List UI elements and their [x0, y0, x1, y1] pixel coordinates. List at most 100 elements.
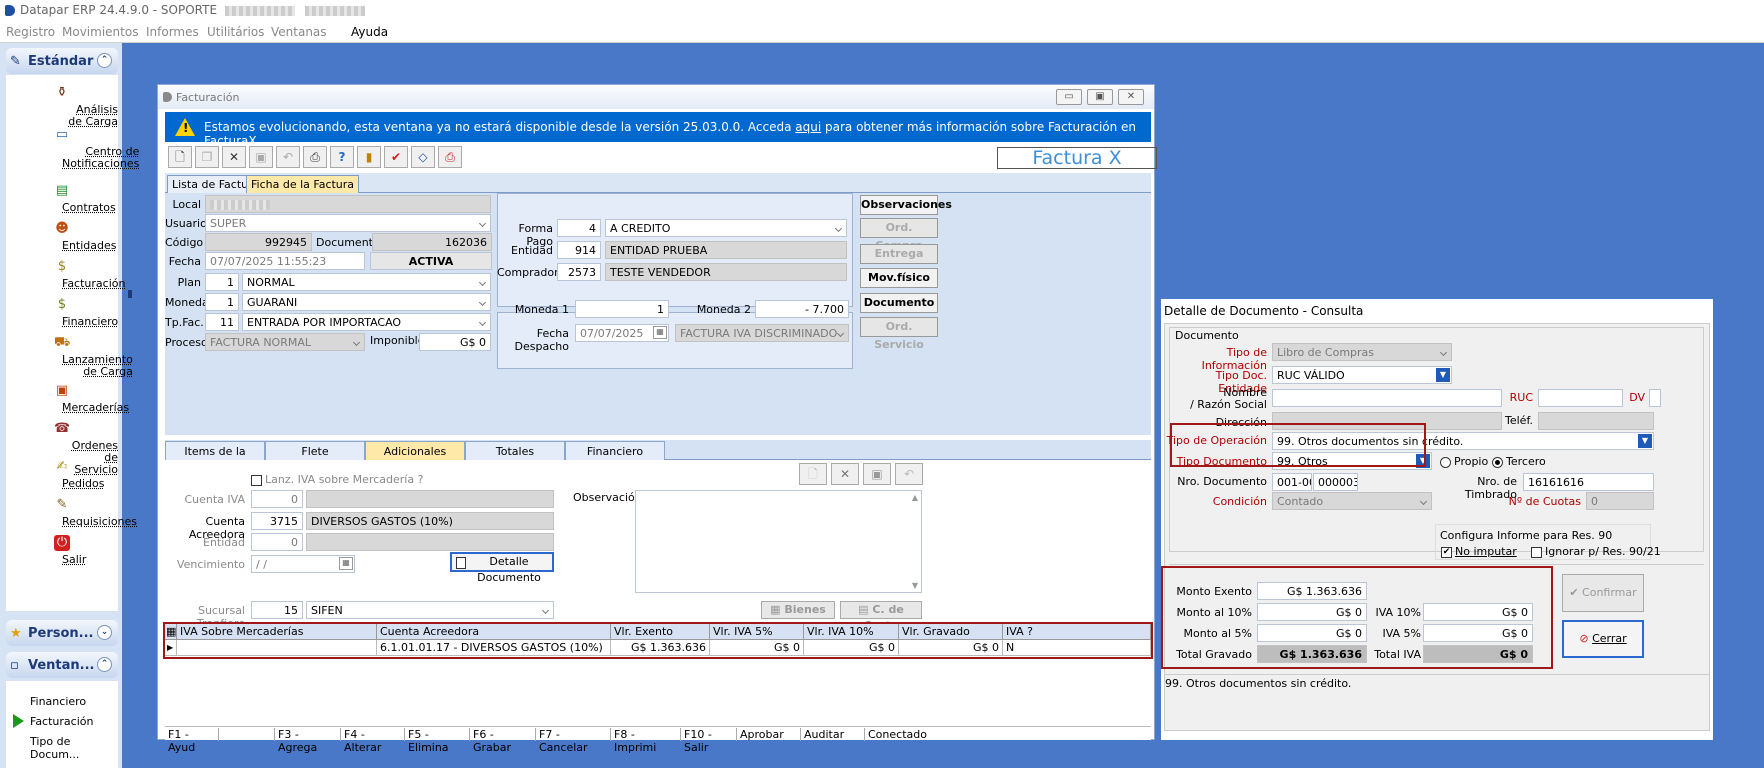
chevron-up-icon[interactable]: ⌃	[97, 657, 112, 672]
tab-totales[interactable]: Totales	[465, 441, 565, 460]
menu-registro[interactable]: Registro	[6, 25, 55, 39]
formapago-select[interactable]: A CREDITO	[605, 219, 847, 237]
tpfac-code[interactable]: 11	[205, 313, 239, 331]
sidebar-item-analisis[interactable]: ⚱ Análisis de Carga	[6, 85, 118, 128]
new-document-icon[interactable]: 🗋	[168, 146, 192, 168]
cuotas-field[interactable]: 0	[1586, 492, 1654, 510]
formapago-code[interactable]: 4	[557, 219, 601, 237]
dropdown-arrow-icon[interactable]: ▼	[1436, 368, 1450, 382]
entidad-field[interactable]: ENTIDAD PRUEBA	[605, 241, 847, 259]
tab-flete[interactable]: Flete	[265, 441, 365, 460]
status-f5[interactable]: F5 - Elimina	[405, 728, 470, 754]
menu-utilitarios[interactable]: Utilitários	[207, 25, 264, 39]
scroll-up-icon[interactable]: ▲	[912, 493, 918, 502]
approve-check-icon[interactable]: ✔	[384, 146, 408, 168]
tercero-radio[interactable]: Tercero	[1492, 455, 1546, 468]
delete-icon[interactable]: ✕	[222, 146, 246, 168]
lanz-iva-checkbox[interactable]: Lanz. IVA sobre Mercadería ?	[251, 473, 423, 486]
entidad-code[interactable]: 914	[557, 241, 601, 259]
menu-ventanas[interactable]: Ventanas	[271, 25, 327, 39]
observacion-textarea[interactable]: ▲ ▼	[635, 490, 922, 593]
status-f4[interactable]: F4 - Alterar	[341, 728, 405, 754]
tab-items[interactable]: Items de la Factura	[165, 441, 265, 471]
entidad-adic-code[interactable]: 0	[251, 533, 303, 551]
status-f7[interactable]: F7 - Cancelar	[536, 728, 611, 754]
menu-movimientos[interactable]: Movimientos	[62, 25, 138, 39]
sucursal-select[interactable]: SIFEN	[306, 601, 554, 619]
calendar-icon[interactable]: ▦	[653, 326, 667, 339]
splitter-handle[interactable]	[128, 290, 132, 298]
documento-button[interactable]: Documento	[860, 293, 938, 313]
condicion-select[interactable]: Contado	[1272, 492, 1432, 510]
moneda-select[interactable]: GUARANI	[242, 293, 491, 311]
delete-detail-icon[interactable]: ✕	[831, 463, 859, 485]
sidebar-item-ordenes[interactable]: ☎ Ordenes de Servicio	[6, 421, 118, 476]
comprador-code[interactable]: 2573	[557, 263, 601, 281]
help-icon[interactable]: ?	[330, 146, 354, 168]
status-f3[interactable]: F3 - Agrega	[275, 728, 341, 754]
sidebar-item-pedidos[interactable]: ✍ Pedidos	[6, 459, 118, 490]
telef-field[interactable]	[1538, 412, 1654, 430]
status-f6[interactable]: F6 - Grabar	[470, 728, 536, 754]
menu-ayuda[interactable]: Ayuda	[351, 25, 388, 39]
observaciones-button[interactable]: Observaciones	[860, 195, 952, 215]
sidebar-section-ventanas[interactable]: ▫ Ventan... ⌃	[6, 652, 118, 678]
propio-radio[interactable]: Propio	[1440, 455, 1488, 468]
sidebar-item-entidades[interactable]: ☻ Entidades	[6, 221, 118, 252]
scroll-down-icon[interactable]: ▼	[912, 581, 918, 590]
sidebar-item-facturacion[interactable]: $ Facturación	[6, 259, 126, 290]
sidebar-item-mercaderias[interactable]: ▣ Mercaderías	[6, 383, 129, 414]
sucursal-code[interactable]: 15	[251, 601, 303, 619]
detalle-documento-button[interactable]: Detalle Documento	[450, 552, 554, 584]
imponible-field[interactable]: G$ 0	[419, 333, 491, 351]
exit-door-icon[interactable]: ▮	[357, 146, 381, 168]
sidebar-item-centro[interactable]: ▭ Centro de Notificaciones	[6, 127, 140, 170]
cuenta-iva-field[interactable]	[306, 490, 554, 508]
ccosto-button[interactable]: ▤ C. de Costo	[840, 601, 922, 632]
close-button[interactable]: ✕	[1118, 89, 1144, 105]
calendar-icon[interactable]: ▦	[339, 557, 353, 570]
eraser-icon[interactable]: ◇	[411, 146, 435, 168]
chevron-down-icon[interactable]: ⌄	[97, 625, 112, 640]
confirmar-button[interactable]: ✔ Confirmar	[1562, 574, 1644, 612]
dropdown-arrow-icon[interactable]: ▼	[1638, 434, 1652, 448]
cuenta-acreedora-code[interactable]: 3715	[251, 512, 303, 530]
tab-ficha-factura[interactable]: Ficha de la Factura	[246, 175, 360, 193]
undo-icon[interactable]: ↶	[276, 146, 300, 168]
status-auditar[interactable]: Auditar	[801, 728, 865, 741]
moneda2-field[interactable]: - 7.700	[755, 300, 849, 318]
printer-red-icon[interactable]: ⎙	[438, 146, 462, 168]
tab-financiero[interactable]: Financiero	[565, 441, 665, 460]
save-icon[interactable]: ▣	[249, 146, 273, 168]
moneda1-field[interactable]: 1	[575, 300, 669, 318]
save-detail-icon[interactable]: ▣	[863, 463, 891, 485]
plan-select[interactable]: NORMAL	[242, 273, 491, 291]
entrega-button[interactable]: Entrega	[860, 244, 938, 264]
cuenta-iva-code[interactable]: 0	[251, 490, 303, 508]
status-f10[interactable]: F10 - Salir	[681, 728, 737, 754]
sidebar-section-estandar[interactable]: ✎ Estándar ⌃	[6, 48, 118, 74]
print-icon[interactable]: ⎙	[303, 146, 327, 168]
new-detail-icon[interactable]: 🗋	[799, 463, 827, 485]
mov-fisico-button[interactable]: Mov.físico	[860, 268, 938, 288]
bienes-button[interactable]: ▦ Bienes	[761, 601, 835, 619]
maximize-button[interactable]: ▣	[1087, 89, 1113, 105]
sidebar-item-salir[interactable]: ⏻ Salir	[6, 535, 118, 566]
sidebar-item-lanzamiento[interactable]: ⛟ Lanzamiento de Carga	[6, 335, 133, 378]
copy-icon[interactable]: ❐	[195, 146, 219, 168]
nro-doc-number[interactable]: 0000036	[1313, 473, 1358, 491]
nombre-field[interactable]	[1272, 389, 1502, 407]
undo-detail-icon[interactable]: ↶	[895, 463, 923, 485]
sidebar-item-contratos[interactable]: ▤ Contratos	[6, 183, 118, 214]
tab-adicionales[interactable]: Adicionales	[365, 441, 465, 460]
window-item-tipo-documento[interactable]: Tipo de Docum...	[30, 735, 118, 761]
status-f1[interactable]: F1 - Ayud	[165, 728, 219, 754]
dv-field[interactable]	[1649, 389, 1661, 407]
ruc-field[interactable]	[1538, 389, 1623, 407]
chevron-up-icon[interactable]: ⌃	[97, 53, 112, 68]
status-f8[interactable]: F8 - Imprimi	[611, 728, 681, 754]
tipo-info-select[interactable]: Libro de Compras	[1272, 343, 1452, 361]
window-item-financiero[interactable]: Financiero	[30, 695, 86, 708]
comprador-field[interactable]: TESTE VENDEDOR	[605, 263, 847, 281]
documento-field[interactable]: 162036	[372, 233, 492, 251]
